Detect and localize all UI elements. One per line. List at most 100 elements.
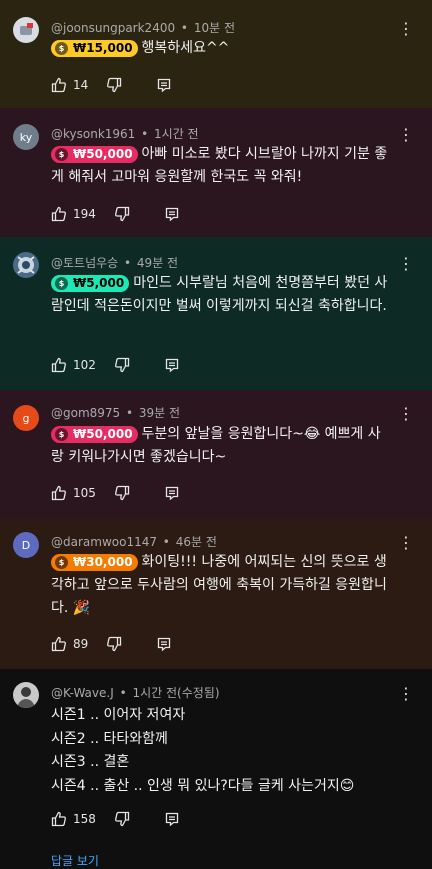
more-options-icon[interactable]: ⋮ [398, 534, 414, 552]
thumbs-up-icon [51, 811, 66, 827]
comment-line: 시즌2 .. 타타와함께 [51, 730, 168, 747]
comment-line: 시즌3 .. 결혼 [51, 754, 130, 770]
coin-icon: $ [55, 148, 68, 161]
comment-meta: @kysonk1961 • 1시간 전 [51, 127, 199, 141]
reply-icon [158, 637, 171, 652]
reply-button[interactable] [156, 77, 172, 93]
author-name[interactable]: @kysonk1961 [51, 127, 135, 141]
thumbs-up-icon [51, 357, 66, 373]
more-options-icon[interactable]: ⋮ [398, 126, 414, 144]
comment-meta: @K-Wave.J • 1시간 전(수정됨) [51, 686, 220, 700]
comment-item: ky @kysonk1961 • 1시간 전 $ ₩50,000 아빠 미소로 봤다… [0, 108, 432, 237]
dislike-button[interactable] [106, 636, 122, 652]
like-button[interactable]: 105 [51, 485, 96, 501]
avatar[interactable]: ky [13, 124, 39, 150]
reply-icon [165, 358, 179, 373]
comment-item: @토트넘우승 • 49분 전 $ ₩5,000 마인드 시부랄님 처음에 천명쯤부터… [0, 237, 432, 390]
thumbs-up-icon [51, 77, 66, 93]
comment-line: 시즌4 .. 출산 .. 인생 뭐 있나?다들 글케 사는거지😊 [51, 777, 355, 794]
thumbs-down-icon [114, 485, 130, 501]
comment-body: $ ₩30,000 화이팅!!! 나중에 어찌되는 신의 뜻으로 생각하고 앞으로 … [51, 551, 392, 620]
reply-button[interactable] [164, 811, 180, 827]
comment-body: $ ₩5,000 마인드 시부랄님 처음에 천명쯤부터 봤던 사람인데 적은돈이지만… [51, 272, 392, 318]
comment-body: $ ₩50,000 두분의 앞날을 응원합니다~😂 예쁘게 사랑 키워나가시면 좋겠… [51, 423, 392, 469]
comment-body: $ ₩15,000 행복하세요^^ [51, 37, 392, 60]
thumbs-down-icon [114, 206, 130, 222]
reply-icon [165, 486, 179, 501]
more-options-icon[interactable]: ⋮ [398, 405, 414, 423]
comment-meta: @토트넘우승 • 49분 전 [51, 256, 179, 270]
reply-icon [165, 812, 179, 827]
comment-item: @K-Wave.J • 1시간 전(수정됨) 시즌1 .. 이어자 저여자 시즌… [0, 669, 432, 861]
dislike-button[interactable] [114, 206, 130, 222]
like-count: 105 [73, 486, 96, 500]
reply-icon [165, 207, 179, 222]
coin-icon: $ [55, 556, 68, 569]
like-button[interactable]: 14 [51, 77, 88, 93]
comment-actions: 158 [51, 809, 180, 829]
avatar[interactable] [13, 682, 39, 708]
thumbs-down-icon [107, 77, 122, 93]
super-chat-badge: $ ₩5,000 [51, 275, 130, 292]
reply-button[interactable] [164, 206, 180, 222]
author-name[interactable]: @gom8975 [51, 406, 120, 420]
comment-item: @joonsungpark2400 • 10분 전 $ ₩15,000 행복하세요^… [0, 0, 432, 108]
like-button[interactable]: 158 [51, 811, 96, 827]
dislike-button[interactable] [106, 77, 122, 93]
comment-time: 1시간 전(수정됨) [132, 686, 220, 700]
avatar[interactable] [13, 17, 39, 43]
coin-icon: $ [55, 277, 68, 290]
comment-actions: 14 [51, 75, 172, 95]
dislike-button[interactable] [114, 811, 130, 827]
comment-actions: 105 [51, 483, 180, 503]
thumbs-up-icon [51, 206, 66, 222]
author-name[interactable]: @daramwoo1147 [51, 535, 157, 549]
comment-meta: @gom8975 • 39분 전 [51, 406, 181, 420]
like-button[interactable]: 89 [51, 636, 88, 652]
like-button[interactable]: 194 [51, 206, 96, 222]
comment-actions: 89 [51, 634, 172, 654]
avatar[interactable] [13, 252, 39, 278]
comment-item: D @daramwoo1147 • 46분 전 $ ₩30,000 화이팅!!! 나… [0, 519, 432, 669]
avatar[interactable]: D [13, 532, 39, 558]
dislike-button[interactable] [114, 357, 130, 373]
comment-text: 행복하세요^^ [141, 40, 230, 56]
comment-time: 1시간 전 [154, 127, 199, 141]
comment-item: g @gom8975 • 39분 전 $ ₩50,000 두분의 앞날을 응원합니다… [0, 390, 432, 519]
author-name[interactable]: @K-Wave.J [51, 686, 114, 700]
like-count: 102 [73, 358, 96, 372]
comment-body: 시즌1 .. 이어자 저여자 시즌2 .. 타타와함께 시즌3 .. 결혼 시즌… [51, 704, 392, 798]
thumbs-down-icon [107, 636, 122, 652]
more-options-icon[interactable]: ⋮ [398, 20, 414, 38]
avatar[interactable]: g [13, 405, 39, 431]
like-count: 89 [73, 637, 89, 651]
super-chat-badge: $ ₩50,000 [51, 146, 138, 163]
more-options-icon[interactable]: ⋮ [398, 255, 414, 273]
thumbs-down-icon [114, 357, 130, 373]
comment-time: 49분 전 [136, 256, 179, 270]
dislike-button[interactable] [114, 485, 130, 501]
thumbs-up-icon [51, 636, 66, 652]
thumbs-up-icon [51, 485, 66, 501]
comment-time: 39분 전 [138, 406, 181, 420]
reply-button[interactable] [164, 357, 180, 373]
comment-actions: 102 [51, 355, 180, 375]
like-count: 194 [73, 207, 96, 221]
like-button[interactable]: 102 [51, 357, 96, 373]
comment-actions: 194 [51, 204, 180, 224]
coin-icon: $ [55, 42, 68, 55]
comment-meta: @joonsungpark2400 • 10분 전 [51, 21, 235, 35]
author-name[interactable]: @joonsungpark2400 [51, 21, 175, 35]
comment-time: 46분 전 [175, 535, 217, 549]
more-options-icon[interactable]: ⋮ [398, 685, 414, 703]
author-name[interactable]: @토트넘우승 [51, 256, 118, 270]
super-chat-badge: $ ₩50,000 [51, 426, 138, 443]
reply-icon [158, 78, 171, 93]
reply-button[interactable] [156, 636, 172, 652]
like-count: 158 [73, 812, 96, 826]
comment-line: 시즌1 .. 이어자 저여자 [51, 707, 186, 723]
comment-time: 10분 전 [193, 21, 235, 35]
super-chat-badge: $ ₩15,000 [51, 40, 138, 57]
reply-button[interactable] [164, 485, 180, 501]
coin-icon: $ [55, 428, 68, 441]
